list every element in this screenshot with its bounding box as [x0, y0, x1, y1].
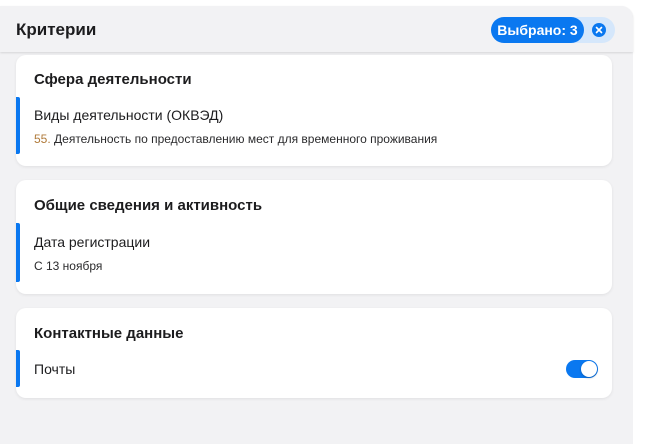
- section-title: Общие сведения и активность: [34, 197, 263, 214]
- section-title: Контактные данные: [34, 325, 184, 342]
- header-title: Критерии: [16, 20, 97, 39]
- criterion-title-emails[interactable]: Почты: [34, 361, 75, 377]
- criteria-panel: Критерии Выбрано: 3 Сфера деятельности В…: [0, 6, 633, 444]
- criterion-accent-bar: [16, 97, 20, 154]
- criterion-accent-bar: [16, 223, 20, 282]
- selected-count-pill: Выбрано: 3: [491, 17, 615, 43]
- criterion-title-okved[interactable]: Виды деятельности (ОКВЭД): [34, 107, 223, 123]
- okved-description: Деятельность по предоставлению мест для …: [50, 132, 438, 146]
- criterion-value-registration-date: С 13 ноября: [34, 259, 103, 273]
- close-icon[interactable]: [592, 23, 606, 37]
- okved-code: 55.: [34, 132, 51, 146]
- selected-count-badge: Выбрано: 3: [491, 17, 584, 43]
- emails-toggle[interactable]: [566, 360, 598, 378]
- section-card-activity: Сфера деятельности Виды деятельности (ОК…: [16, 55, 612, 166]
- section-title: Сфера деятельности: [34, 71, 192, 88]
- criterion-value-okved: 55. Деятельность по предоставлению мест …: [34, 132, 437, 146]
- toggle-knob: [581, 361, 597, 377]
- section-card-contacts: Контактные данные Почты: [16, 308, 612, 398]
- criteria-header: Критерии Выбрано: 3: [0, 6, 633, 52]
- criterion-title-registration-date[interactable]: Дата регистрации: [34, 234, 150, 250]
- criterion-accent-bar: [16, 350, 20, 387]
- section-card-general: Общие сведения и активность Дата регистр…: [16, 180, 612, 294]
